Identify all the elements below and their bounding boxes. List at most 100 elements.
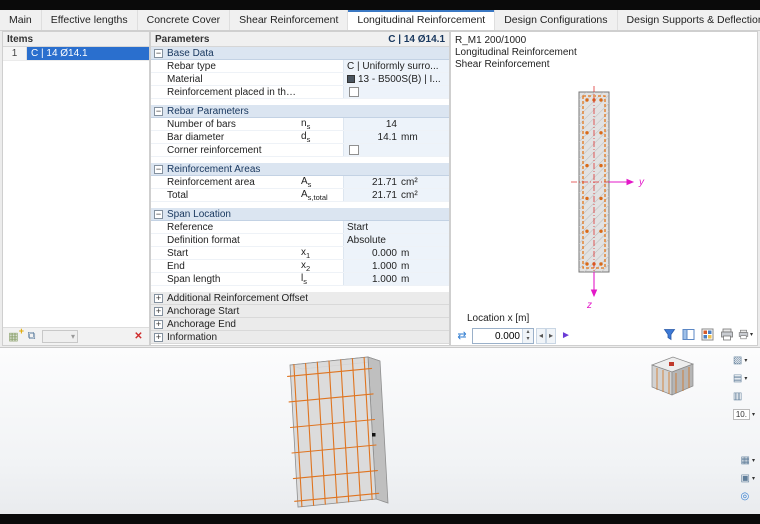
section-label: Base Data bbox=[167, 47, 214, 59]
printer-icon: ▣ bbox=[740, 473, 750, 484]
section-rebar-parameters[interactable]: − Rebar Parameters bbox=[151, 105, 449, 118]
filter-button[interactable] bbox=[662, 327, 677, 342]
tab-longitudinal-reinforcement[interactable]: Longitudinal Reinforcement bbox=[348, 10, 496, 30]
param-label: End bbox=[167, 260, 185, 272]
param-label: Reference bbox=[167, 221, 214, 233]
param-value-cell[interactable]: 21.71 cm² bbox=[343, 189, 449, 201]
print-graphic-button[interactable]: ▣ ▾ bbox=[739, 471, 757, 486]
scale-factor-button[interactable]: 10. ▾ bbox=[731, 407, 757, 422]
spin-down-icon[interactable]: ▾ bbox=[523, 335, 533, 343]
spin-up-icon[interactable]: ▴ bbox=[523, 328, 533, 336]
checkbox-unchecked[interactable] bbox=[349, 145, 359, 155]
view-manager-button[interactable] bbox=[681, 327, 696, 342]
param-value-cell[interactable]: 1.000 m bbox=[343, 273, 449, 285]
param-row-rebar-type: Rebar type C | Uniformly surro... bbox=[151, 60, 449, 73]
collapse-icon[interactable]: − bbox=[154, 48, 163, 58]
param-value-cell[interactable]: 21.71 cm² bbox=[343, 176, 449, 188]
param-value-cell[interactable]: 13 - B500S(B) | I... bbox=[343, 73, 449, 85]
section-view-button[interactable]: ▥ bbox=[731, 389, 757, 404]
param-value-cell[interactable]: Start bbox=[343, 221, 449, 233]
param-value-cell[interactable]: Absolute bbox=[343, 234, 449, 246]
tab-shear-reinforcement[interactable]: Shear Reinforcement bbox=[230, 10, 349, 30]
plus-icon: + bbox=[18, 325, 24, 336]
checkbox-unchecked[interactable] bbox=[349, 87, 359, 97]
section-plane-icon: ▥ bbox=[732, 391, 743, 402]
panel-icon bbox=[682, 329, 695, 340]
tab-concrete-cover[interactable]: Concrete Cover bbox=[138, 10, 231, 30]
block-preview-cube[interactable] bbox=[646, 352, 698, 398]
param-value: Start bbox=[347, 221, 369, 233]
section-anchorage-start[interactable]: + Anchorage Start bbox=[151, 305, 449, 318]
expand-icon[interactable]: + bbox=[154, 332, 163, 342]
item-number: 1 bbox=[3, 47, 27, 60]
graphics-viewport[interactable]: ▧ ▾ ▤ ▾ ▥ 10. ▾ ▦ ▾ ▣ ▾ ◎ bbox=[0, 347, 760, 514]
info-line: R_M1 200/1000 bbox=[455, 35, 527, 46]
param-label: Corner reinforcement bbox=[167, 144, 262, 156]
collapse-icon[interactable]: − bbox=[154, 106, 163, 116]
collapse-icon[interactable]: − bbox=[154, 209, 163, 219]
reinforcement-3d-view[interactable] bbox=[268, 351, 408, 515]
section-label: Additional Reinforcement Offset bbox=[167, 292, 309, 304]
section-additional-reinforcement-offset[interactable]: + Additional Reinforcement Offset bbox=[151, 292, 449, 305]
param-value-cell[interactable]: C | Uniformly surro... bbox=[343, 60, 449, 72]
section-anchorage-end[interactable]: + Anchorage End bbox=[151, 318, 449, 331]
param-unit: mm bbox=[401, 131, 418, 143]
param-value-cell[interactable]: 0.000 m bbox=[343, 247, 449, 259]
step-forward-button[interactable]: ▸ bbox=[546, 327, 556, 344]
display-mode-button[interactable]: ▤ ▾ bbox=[731, 371, 757, 386]
display-properties-button[interactable] bbox=[700, 327, 715, 342]
param-unit: cm² bbox=[401, 176, 418, 188]
item-number-combo[interactable]: ▾ bbox=[42, 330, 78, 343]
section-label: Anchorage Start bbox=[167, 305, 240, 317]
param-value-cell[interactable]: 1.000 m bbox=[343, 260, 449, 272]
chevron-down-icon: ▾ bbox=[70, 332, 75, 341]
print-button[interactable] bbox=[719, 327, 734, 342]
view-direction-button[interactable]: ▧ ▾ bbox=[731, 353, 757, 368]
chevron-down-icon: ▾ bbox=[744, 376, 748, 382]
new-item-button[interactable]: ▦ + bbox=[6, 326, 24, 344]
item-row[interactable]: 1C | 14 Ø14.1 bbox=[3, 47, 149, 61]
section-base-data[interactable]: − Base Data bbox=[151, 47, 449, 60]
location-value: 0.000 bbox=[494, 330, 520, 342]
step-back-button[interactable]: ◂ bbox=[536, 327, 546, 344]
param-row-definition-format: Definition format Absolute bbox=[151, 234, 449, 247]
param-value: 21.71 bbox=[371, 176, 397, 188]
location-input[interactable]: 0.000 ▴ ▾ bbox=[472, 327, 534, 344]
collapse-icon[interactable]: − bbox=[154, 164, 163, 174]
tab-design-supports-deflection[interactable]: Design Supports & Deflection bbox=[618, 10, 760, 30]
cube-face-marker bbox=[669, 362, 674, 366]
pick-location-button[interactable]: ► bbox=[561, 330, 571, 341]
param-symbol: ns bbox=[301, 117, 311, 131]
expand-icon[interactable]: + bbox=[154, 306, 163, 316]
tab-bar: Main Effective lengths Concrete Cover Shear… bbox=[0, 10, 760, 31]
print-options-button[interactable]: ▾ bbox=[738, 327, 753, 342]
section-information[interactable]: + Information bbox=[151, 331, 449, 344]
section-span-location[interactable]: − Span Location bbox=[151, 208, 449, 221]
reset-view-button[interactable]: ◎ bbox=[739, 489, 757, 504]
section-label: Rebar Parameters bbox=[167, 105, 249, 117]
sync-location-button[interactable]: ⇄ bbox=[454, 329, 470, 342]
render-mode-icon: ▤ bbox=[732, 373, 743, 384]
section-reinforcement-areas[interactable]: − Reinforcement Areas bbox=[151, 163, 449, 176]
tab-design-configurations[interactable]: Design Configurations bbox=[495, 10, 618, 30]
chevron-down-icon: ▾ bbox=[751, 458, 755, 464]
expand-icon[interactable]: + bbox=[154, 319, 163, 329]
param-value-cell[interactable]: 14.1 mm bbox=[343, 131, 449, 143]
visibility-options-button[interactable]: ▦ ▾ bbox=[739, 453, 757, 468]
tab-effective-lengths[interactable]: Effective lengths bbox=[42, 10, 138, 30]
expand-icon[interactable]: + bbox=[154, 293, 163, 303]
copy-item-button[interactable]: ⧉ bbox=[24, 330, 39, 344]
items-title: Items bbox=[7, 33, 34, 45]
y-axis-label: y bbox=[638, 177, 645, 188]
parameters-selection: C | 14 Ø14.1 bbox=[388, 33, 445, 45]
param-label: Rebar type bbox=[167, 60, 216, 72]
tab-main[interactable]: Main bbox=[0, 10, 42, 30]
cross-section-drawing[interactable]: y z bbox=[543, 84, 663, 324]
viewport-toolbar-bottom: ▦ ▾ ▣ ▾ ◎ bbox=[739, 453, 757, 507]
param-value-cell[interactable]: 14 bbox=[343, 118, 449, 130]
param-label: Start bbox=[167, 247, 189, 259]
items-panel-header: Items bbox=[3, 32, 149, 47]
selection-handle[interactable] bbox=[372, 433, 376, 437]
target-icon: ◎ bbox=[740, 491, 750, 502]
delete-item-button[interactable]: ✕ bbox=[131, 330, 146, 344]
